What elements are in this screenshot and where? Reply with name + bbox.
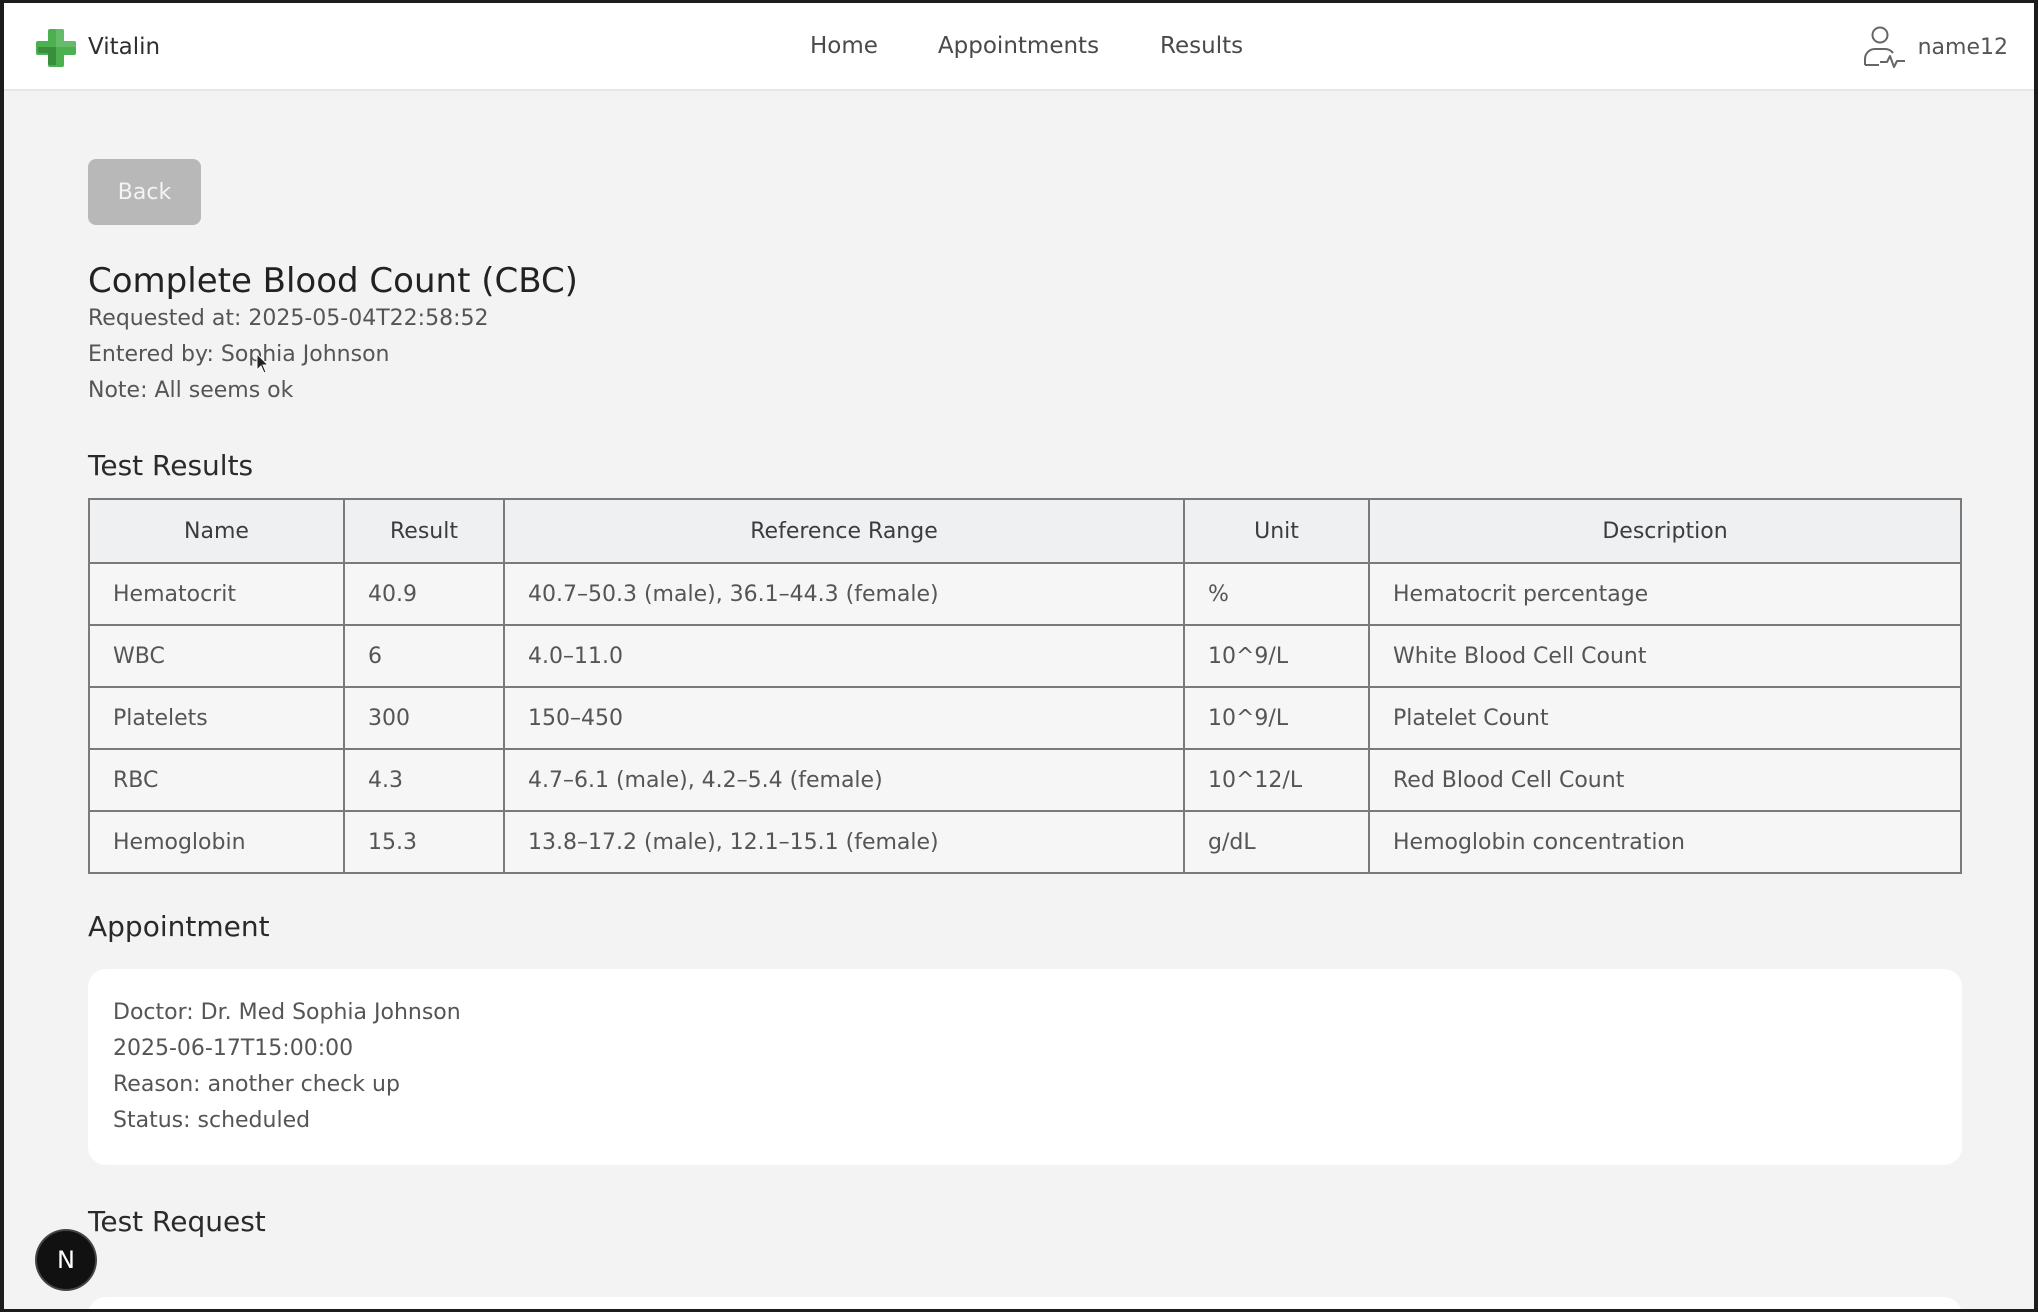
nav-results[interactable]: Results [1160, 33, 1243, 59]
column-header-description: Description [1368, 498, 1962, 564]
username: name12 [1917, 34, 2008, 60]
cell-unit: 10^9/L [1183, 686, 1370, 750]
requested-at: Requested at: 2025-05-04T22:58:52 [88, 306, 489, 331]
cell-description: Platelet Count [1368, 686, 1962, 750]
cell-result: 15.3 [343, 810, 505, 874]
cell-reference-range: 4.0–11.0 [503, 624, 1185, 688]
dev-tools-badge-icon[interactable]: N [37, 1231, 95, 1289]
nav-home[interactable]: Home [810, 33, 878, 59]
brand-name: Vitalin [88, 34, 161, 60]
cell-result: 40.9 [343, 562, 505, 626]
cell-name: Hemoglobin [88, 810, 345, 874]
main-nav: Home Appointments Results [810, 33, 1243, 59]
table-row: RBC 4.3 4.7–6.1 (male), 4.2–5.4 (female)… [88, 748, 1962, 812]
cell-result: 6 [343, 624, 505, 688]
cell-reference-range: 40.7–50.3 (male), 36.1–44.3 (female) [503, 562, 1185, 626]
cell-name: Hematocrit [88, 562, 345, 626]
appointment-card[interactable]: Doctor: Dr. Med Sophia Johnson 2025-06-1… [88, 969, 1962, 1165]
appointment-doctor: Doctor: Dr. Med Sophia Johnson [113, 1000, 461, 1025]
top-header: Vitalin Home Appointments Results name12 [4, 3, 2034, 91]
column-header-reference-range: Reference Range [503, 498, 1185, 564]
back-button[interactable]: Back [88, 159, 201, 225]
cell-result: 300 [343, 686, 505, 750]
brand[interactable]: Vitalin [36, 27, 160, 67]
cell-reference-range: 150–450 [503, 686, 1185, 750]
appointment-heading: Appointment [88, 910, 270, 943]
table-row: WBC 6 4.0–11.0 10^9/L White Blood Cell C… [88, 624, 1962, 688]
cell-reference-range: 4.7–6.1 (male), 4.2–5.4 (female) [503, 748, 1185, 812]
appointment-datetime: 2025-06-17T15:00:00 [113, 1036, 354, 1061]
page-title: Complete Blood Count (CBC) [88, 261, 578, 301]
cell-unit: 10^9/L [1183, 624, 1370, 688]
table-row: Platelets 300 150–450 10^9/L Platelet Co… [88, 686, 1962, 750]
cell-unit: g/dL [1183, 810, 1370, 874]
column-header-name: Name [88, 498, 345, 564]
cell-reference-range: 13.8–17.2 (male), 12.1–15.1 (female) [503, 810, 1185, 874]
cell-description: Red Blood Cell Count [1368, 748, 1962, 812]
cell-name: Platelets [88, 686, 345, 750]
table-row: Hemoglobin 15.3 13.8–17.2 (male), 12.1–1… [88, 810, 1962, 874]
cell-name: WBC [88, 624, 345, 688]
cell-description: White Blood Cell Count [1368, 624, 1962, 688]
table-row: Hematocrit 40.9 40.7–50.3 (male), 36.1–4… [88, 562, 1962, 626]
cell-name: RBC [88, 748, 345, 812]
cell-description: Hematocrit percentage [1368, 562, 1962, 626]
table-header-row: Name Result Reference Range Unit Descrip… [88, 498, 1962, 564]
appointment-reason: Reason: another check up [113, 1072, 400, 1097]
app-window: Vitalin Home Appointments Results name12… [0, 0, 2038, 1312]
test-request-heading: Test Request [88, 1205, 266, 1238]
cell-result: 4.3 [343, 748, 505, 812]
nav-appointments[interactable]: Appointments [938, 33, 1099, 59]
entered-by: Entered by: Sophia Johnson [88, 342, 390, 367]
user-menu[interactable]: name12 [1862, 25, 2008, 69]
note: Note: All seems ok [88, 378, 294, 403]
column-header-unit: Unit [1183, 498, 1370, 564]
column-header-result: Result [343, 498, 505, 564]
medical-cross-logo-icon [36, 27, 76, 67]
cell-unit: 10^12/L [1183, 748, 1370, 812]
cell-description: Hemoglobin concentration [1368, 810, 1962, 874]
mouse-cursor-icon [256, 352, 270, 379]
test-request-card[interactable] [88, 1297, 1962, 1309]
patient-user-icon [1862, 25, 1908, 69]
test-results-heading: Test Results [88, 449, 254, 482]
appointment-status: Status: scheduled [113, 1108, 311, 1133]
cell-unit: % [1183, 562, 1370, 626]
test-results-table: Name Result Reference Range Unit Descrip… [88, 498, 1962, 874]
main-content: Back Complete Blood Count (CBC) Requeste… [88, 159, 1962, 1238]
